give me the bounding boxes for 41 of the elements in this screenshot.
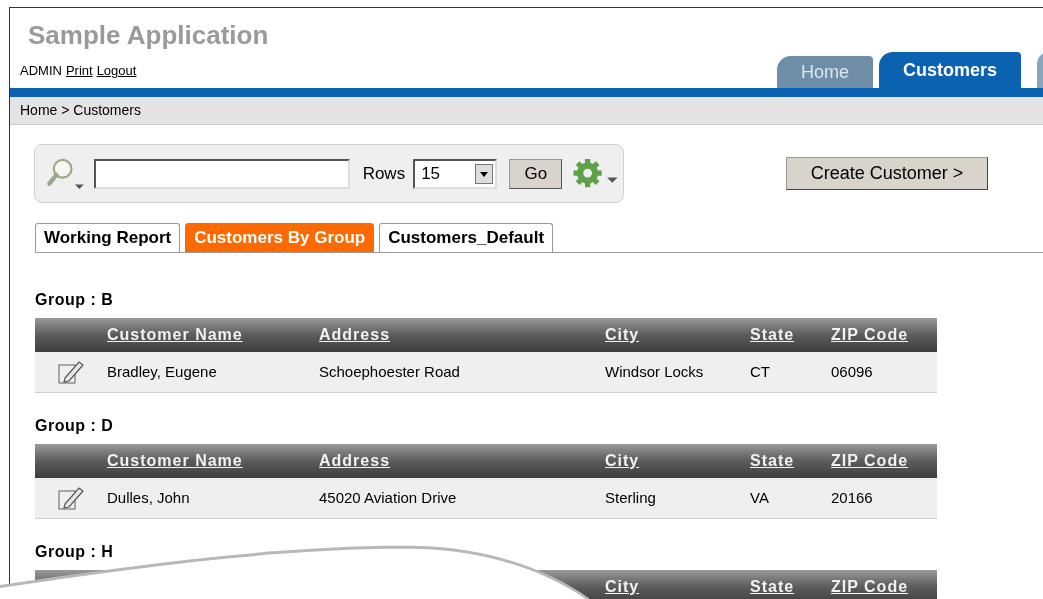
table-cell-text: Bradley, Eugene xyxy=(107,361,218,382)
app-title: Sample Application xyxy=(28,19,269,52)
column-header-link[interactable]: State xyxy=(750,452,795,469)
search-field[interactable] xyxy=(93,158,350,189)
nav-link[interactable]: Print xyxy=(65,61,93,81)
nav-link[interactable]: Logout xyxy=(96,61,137,81)
column-header-link[interactable]: State xyxy=(750,578,795,595)
report-tab[interactable]: Customers_Default xyxy=(379,223,554,252)
column-header-link[interactable]: City xyxy=(605,326,640,343)
table-cell-text: 45020 Aviation Drive xyxy=(319,487,458,508)
group-heading: Group : B xyxy=(35,290,114,310)
breadcrumb: Home > Customers xyxy=(20,101,141,120)
column-header-link[interactable]: City xyxy=(605,578,640,595)
table-cell-text: 20166 xyxy=(831,487,874,508)
table-cell-text: Dulles, John xyxy=(107,487,191,508)
table-cell-text: Sterling xyxy=(605,487,657,508)
user-name: ADMIN xyxy=(20,62,62,80)
table-cell-text: Schoephoester Road xyxy=(319,361,461,382)
edit-icon[interactable] xyxy=(57,359,85,385)
report-tab[interactable]: Working Report xyxy=(35,223,181,252)
table-cell-text: CT xyxy=(750,361,771,382)
rows-select[interactable]: 15 xyxy=(413,158,498,189)
column-header-link[interactable]: ZIP Code xyxy=(831,578,909,595)
table-cell-text: Windsor Locks xyxy=(605,361,705,382)
column-header-link[interactable]: Customer Name xyxy=(107,326,243,343)
edit-icon[interactable] xyxy=(57,485,85,511)
rows-label: Rows xyxy=(362,162,406,185)
go-button[interactable]: Go xyxy=(509,158,563,189)
column-header-link[interactable]: City xyxy=(605,452,640,469)
table-cell-text: 06096 xyxy=(831,361,874,382)
create-customer-button[interactable]: Create Customer > xyxy=(786,157,988,190)
group-heading: Group : H xyxy=(35,542,114,562)
column-header-link[interactable]: Address xyxy=(319,452,391,469)
column-header-link[interactable]: Address xyxy=(319,326,391,343)
column-header-link[interactable]: Customer Name xyxy=(107,452,243,469)
column-header-link[interactable]: ZIP Code xyxy=(831,452,909,469)
table-cell-text: VA xyxy=(750,487,770,508)
column-header-link[interactable]: State xyxy=(750,326,795,343)
nav-tab[interactable]: Customers xyxy=(879,52,1022,88)
column-header-link[interactable]: ZIP Code xyxy=(831,326,909,343)
group-heading: Group : D xyxy=(35,416,114,436)
